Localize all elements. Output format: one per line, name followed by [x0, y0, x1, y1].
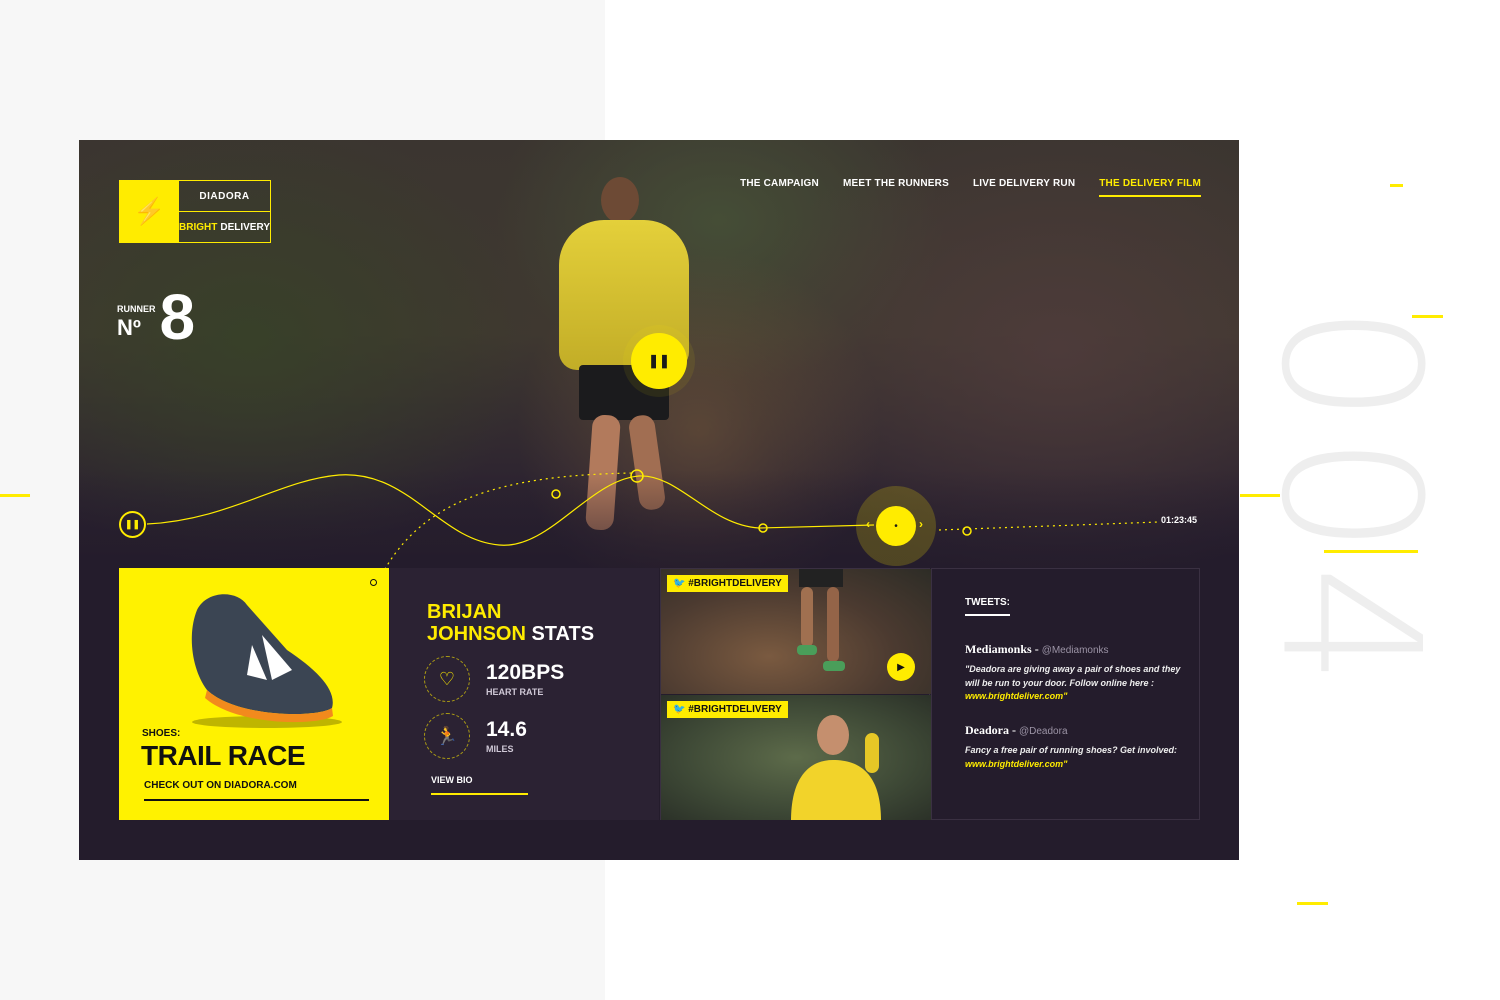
logo[interactable]: ⚡ DIADORA BRIGHT DELIVERY — [119, 180, 271, 243]
nav-meet-the-runners[interactable]: MEET THE RUNNERS — [843, 178, 949, 197]
check-out-link[interactable]: CHECK OUT ON DIADORA.COM — [144, 780, 369, 801]
decor-line — [1324, 550, 1418, 553]
logo-tagline: BRIGHT DELIVERY — [179, 221, 270, 233]
shoe-card: SHOES: TRAIL RACE CHECK OUT ON DIADORA.C… — [119, 568, 389, 820]
runner-stats-panel: BRIJAN JOHNSON STATS ♡ 120BPS HEART RATE… — [390, 568, 659, 820]
media-video-thumbnail[interactable]: 🐦 #BRIGHTDELIVERY ▶ — [661, 569, 931, 694]
video-pause-button[interactable]: ❚❚ — [631, 333, 687, 389]
decor-line — [1412, 315, 1443, 318]
tweet-item[interactable]: Mediamonks - @Mediamonks "Deadora are gi… — [965, 642, 1185, 704]
lightning-icon: ⚡ — [120, 181, 180, 242]
media-photo-thumbnail[interactable]: 🐦 #BRIGHTDELIVERY — [661, 695, 931, 820]
heart-rate-stat: ♡ 120BPS HEART RATE — [424, 656, 564, 702]
shoe-label: SHOES: — [142, 728, 181, 739]
dot-icon — [370, 579, 377, 586]
play-button[interactable]: ▶ — [887, 653, 915, 681]
timeline-scrubber[interactable]: • — [876, 506, 916, 546]
shoe-name: TRAIL RACE — [141, 740, 306, 771]
runner-number: RUNNER Nº 8 — [117, 281, 196, 353]
heart-icon: ♡ — [424, 656, 470, 702]
decor-big-number: 004 — [1239, 303, 1461, 697]
chevron-right-icon[interactable]: › — [919, 517, 923, 531]
runner-icon: 🏃 — [424, 713, 470, 759]
app-frame: ⚡ DIADORA BRIGHT DELIVERY THE CAMPAIGN ME… — [79, 140, 1239, 860]
nav-the-delivery-film[interactable]: THE DELIVERY FILM — [1099, 178, 1201, 197]
tweets-title: TWEETS: — [965, 597, 1010, 616]
hashtag-badge: 🐦 #BRIGHTDELIVERY — [667, 701, 788, 718]
nav-live-delivery-run[interactable]: LIVE DELIVERY RUN — [973, 178, 1075, 197]
hashtag-badge: 🐦 #BRIGHTDELIVERY — [667, 575, 788, 592]
chevron-left-icon[interactable]: ‹ — [866, 517, 870, 531]
logo-brand: DIADORA — [179, 181, 270, 212]
decor-line — [0, 494, 30, 497]
shoe-image — [191, 594, 342, 728]
miles-stat: 🏃 14.6 MILES — [424, 713, 527, 759]
view-bio-link[interactable]: VIEW BIO — [431, 775, 528, 795]
decor-line — [1240, 494, 1280, 497]
nav-the-campaign[interactable]: THE CAMPAIGN — [740, 178, 819, 197]
decor-line — [1297, 902, 1328, 905]
main-nav: THE CAMPAIGN MEET THE RUNNERS LIVE DELIV… — [740, 178, 1201, 197]
timeline-pause-button[interactable]: ❚❚ — [119, 511, 146, 538]
video-time: 01:23:45 — [1160, 515, 1197, 525]
decor-line — [1390, 184, 1403, 187]
stats-title: BRIJAN JOHNSON STATS — [427, 601, 595, 645]
tweets-panel: TWEETS: Mediamonks - @Mediamonks "Deador… — [931, 568, 1200, 820]
media-panel: 🐦 #BRIGHTDELIVERY ▶ 🐦 #BRIGHTDELIVERY — [660, 568, 931, 820]
tweet-item[interactable]: Deadora - @Deadora Fancy a free pair of … — [965, 723, 1185, 771]
